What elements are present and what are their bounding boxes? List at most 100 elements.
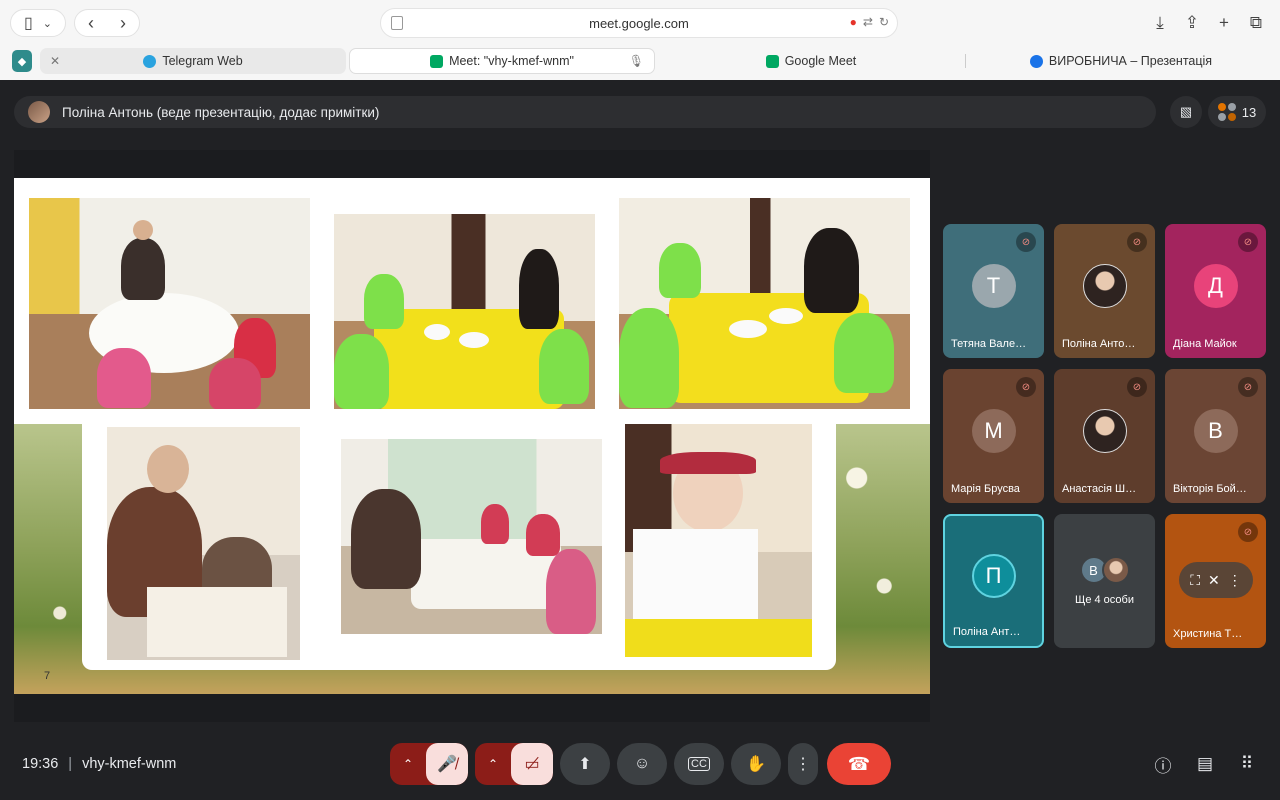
- more-participants-tile[interactable]: В Ще 4 особи: [1054, 514, 1155, 648]
- divider: |: [68, 756, 73, 772]
- tab-presentation[interactable]: ВИРОБНИЧА – Презентація: [968, 48, 1274, 74]
- raise-hand-button[interactable]: ✋: [731, 743, 781, 785]
- privacy-shield-icon[interactable]: ◆: [12, 50, 32, 72]
- closed-captions-icon: CC: [688, 757, 710, 771]
- microphone-in-use-icon[interactable]: ●: [850, 15, 857, 29]
- video-settings-chevron-icon[interactable]: ⌃: [475, 743, 511, 785]
- classroom-photo-3: [619, 198, 910, 409]
- browser-chrome: ▯ ⌄ ‹ › meet.google.com ● ⇄ ↻ ⤓ ⇪ + ⧉ ◆ …: [0, 0, 1280, 80]
- participant-avatar: Т: [971, 263, 1016, 308]
- classroom-photo-5: [341, 439, 602, 634]
- new-tab-icon[interactable]: +: [1214, 9, 1234, 37]
- tab-title: ВИРОБНИЧА – Презентація: [1048, 54, 1213, 68]
- mic-off-icon: ⊘: [1016, 377, 1036, 397]
- meeting-details: 19:36 | vhy-kmef-wnm: [22, 756, 176, 772]
- presentation-slide: 7: [14, 178, 930, 694]
- leave-call-button[interactable]: ☎: [827, 743, 891, 785]
- chat-button[interactable]: ▤: [1192, 751, 1218, 777]
- participant-photo: [1101, 556, 1130, 585]
- activities-button[interactable]: ⠿: [1234, 751, 1260, 777]
- sidebar-icon: ▯: [23, 15, 33, 32]
- participant-name: Христина Т…: [1173, 628, 1243, 640]
- participant-tile[interactable]: ⊘ Поліна Анто…: [1054, 224, 1155, 358]
- participant-tile[interactable]: Т ⊘ Тетяна Вале…: [943, 224, 1044, 358]
- more-vert-icon[interactable]: ⋮: [1228, 572, 1242, 589]
- participant-tile[interactable]: ⊘ ⛶ ✕ ⋮ Христина Т…: [1165, 514, 1266, 648]
- tab-meet-active[interactable]: Meet: "vhy-kmef-wnm" 🎙: [349, 48, 655, 74]
- url-text: meet.google.com: [589, 15, 689, 31]
- apps-grid-icon: ⠿: [1240, 754, 1254, 773]
- address-bar[interactable]: meet.google.com ● ⇄ ↻: [380, 8, 898, 38]
- mic-off-button[interactable]: 🎤̸: [426, 743, 468, 785]
- tab-telegram[interactable]: ✕ Telegram Web: [40, 48, 346, 74]
- participant-name: Анастасія Ш…: [1062, 483, 1137, 495]
- presentation-stage[interactable]: 7: [14, 150, 930, 722]
- participant-tile[interactable]: В ⊘ Вікторія Бой…: [1165, 369, 1266, 503]
- participant-name: Тетяна Вале…: [951, 338, 1027, 350]
- share-icon[interactable]: ⇪: [1182, 9, 1202, 37]
- tab-google-meet[interactable]: Google Meet: [658, 48, 964, 74]
- classroom-photo-1: [29, 198, 310, 409]
- mic-off-icon: ⊘: [1016, 232, 1036, 252]
- sidebar-toggle-button[interactable]: ▯ ⌄: [10, 9, 66, 37]
- participant-tile[interactable]: ⊘ Анастасія Ш…: [1054, 369, 1155, 503]
- navigation-buttons: ‹ ›: [74, 9, 140, 37]
- audio-settings-chevron-icon[interactable]: ⌃: [390, 743, 426, 785]
- mic-off-icon: ⊘: [1238, 232, 1258, 252]
- close-tab-icon[interactable]: ✕: [50, 54, 60, 68]
- tab-title: Meet: "vhy-kmef-wnm": [449, 54, 574, 68]
- tab-microphone-icon[interactable]: 🎙: [629, 54, 644, 68]
- participant-avatars-icon: [1217, 103, 1236, 121]
- meet-icon: [430, 54, 444, 68]
- info-icon: ⓘ: [1154, 756, 1172, 776]
- slide-number: 7: [44, 670, 51, 682]
- translate-icon[interactable]: ⇄: [863, 15, 873, 29]
- back-button[interactable]: ‹: [75, 13, 107, 34]
- classroom-photo-2: [334, 214, 595, 409]
- meeting-code: vhy-kmef-wnm: [82, 756, 177, 772]
- meeting-time: 19:36: [22, 756, 59, 772]
- more-options-button[interactable]: ⋮: [788, 743, 818, 785]
- participant-tile[interactable]: Д ⊘ Діана Майок: [1165, 224, 1266, 358]
- participant-name: Діана Майок: [1173, 338, 1237, 350]
- participant-name: Поліна Анто…: [1062, 338, 1136, 350]
- participant-name: Марія Брусва: [951, 483, 1020, 495]
- telegram-icon: [143, 54, 157, 68]
- participant-name: Вікторія Бой…: [1173, 483, 1247, 495]
- camera-off-button[interactable]: ▭̸: [511, 743, 553, 785]
- mic-off-icon: ⊘: [1127, 377, 1147, 397]
- page-icon: [391, 16, 403, 30]
- reload-icon[interactable]: ↻: [879, 15, 889, 29]
- participant-tile[interactable]: М ⊘ Марія Брусва: [943, 369, 1044, 503]
- presenter-banner-text: Поліна Антонь (веде презентацію, додає п…: [62, 104, 380, 120]
- meeting-details-button[interactable]: ⓘ: [1150, 751, 1176, 777]
- hand-icon: ✋: [746, 756, 766, 773]
- reactions-button[interactable]: ☺: [617, 743, 667, 785]
- participants-button[interactable]: 13: [1208, 96, 1266, 128]
- more-vert-icon: ⋮: [795, 756, 811, 773]
- emoji-icon: ☺: [633, 755, 651, 772]
- mic-off-icon: ⊘: [1127, 232, 1147, 252]
- tab-overview-icon[interactable]: ⧉: [1246, 9, 1266, 37]
- presentation-icon: [1029, 54, 1043, 68]
- tab-title: Telegram Web: [162, 54, 243, 68]
- tab-bar: ◆ ✕ Telegram Web Meet: "vhy-kmef-wnm" 🎙 …: [0, 46, 1280, 76]
- presenter-banner[interactable]: Поліна Антонь (веде презентацію, додає п…: [14, 96, 1156, 128]
- participant-photo: [1082, 408, 1127, 453]
- present-screen-button[interactable]: ⬆: [560, 743, 610, 785]
- meet-icon: [765, 54, 779, 68]
- tab-title: Google Meet: [784, 54, 857, 68]
- mic-off-icon: ⊘: [1238, 522, 1258, 542]
- toolbar-actions: ⤓ ⇪ + ⧉: [1150, 9, 1266, 37]
- captions-button[interactable]: CC: [674, 743, 724, 785]
- download-icon[interactable]: ⤓: [1150, 9, 1170, 37]
- frame-icon[interactable]: ⛶: [1190, 572, 1200, 589]
- more-participants-avatars: В: [1079, 556, 1130, 585]
- forward-button[interactable]: ›: [107, 13, 139, 34]
- classroom-photo-6: [625, 424, 812, 657]
- participant-tile-active-speaker[interactable]: П Поліна Ант…: [943, 514, 1044, 648]
- camera-framing-button[interactable]: ▧: [1170, 96, 1202, 128]
- close-icon[interactable]: ✕: [1208, 572, 1220, 589]
- present-screen-icon: ⬆: [578, 756, 592, 773]
- presenter-avatar: [28, 101, 50, 123]
